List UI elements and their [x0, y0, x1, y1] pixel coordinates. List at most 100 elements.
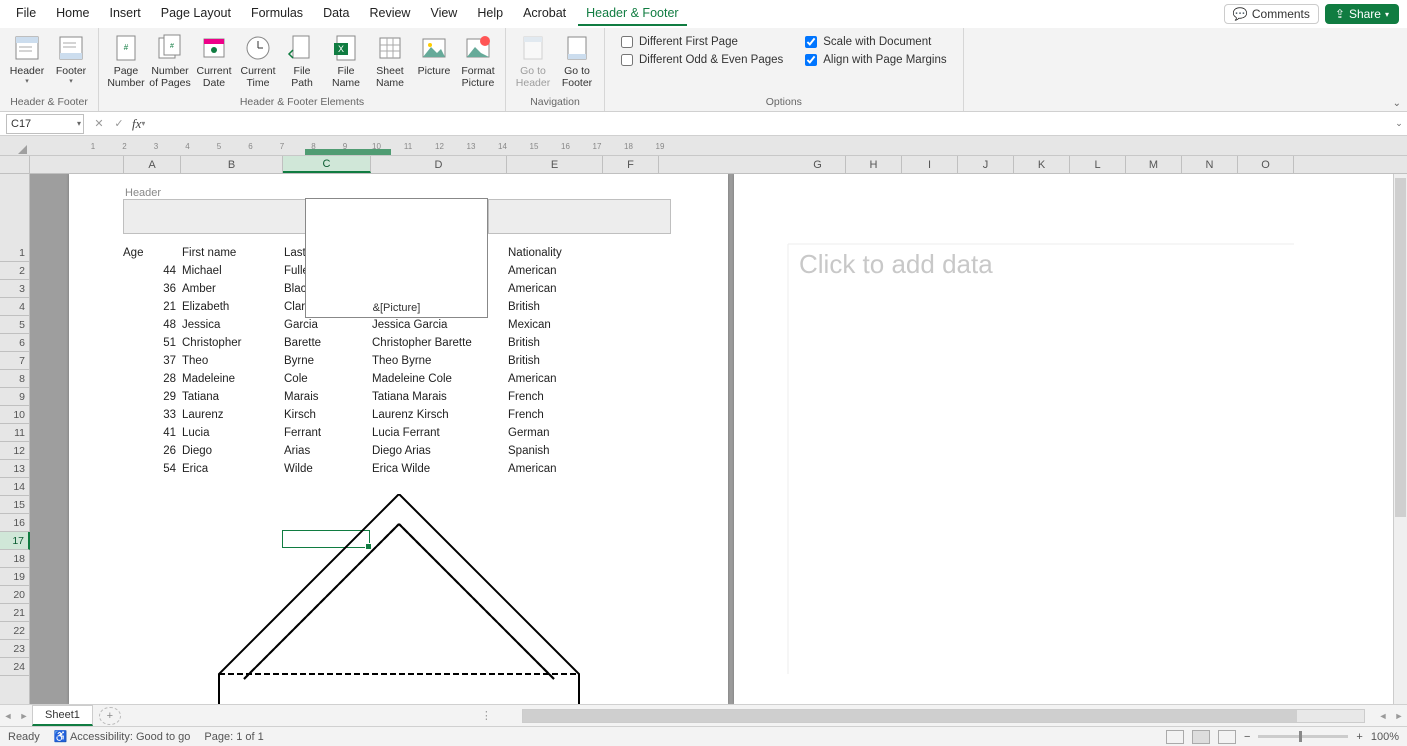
cell[interactable]: Madeleine: [180, 373, 282, 385]
column-header-M[interactable]: M: [1126, 156, 1182, 173]
current-date-button[interactable]: Current Date: [193, 30, 235, 94]
page-number-button[interactable]: #Page Number: [105, 30, 147, 94]
menu-tab-view[interactable]: View: [422, 2, 465, 26]
format-picture-button[interactable]: Format Picture: [457, 30, 499, 94]
cell[interactable]: 21: [123, 301, 180, 313]
menu-tab-review[interactable]: Review: [361, 2, 418, 26]
fx-icon[interactable]: fx: [132, 116, 141, 132]
column-header-G[interactable]: G: [790, 156, 846, 173]
add-sheet-button[interactable]: +: [99, 707, 121, 725]
number-of-pages-button[interactable]: #Number of Pages: [149, 30, 191, 94]
file-name-button[interactable]: XFile Name: [325, 30, 367, 94]
row-header-5[interactable]: 5: [0, 316, 29, 334]
cell[interactable]: Michael: [180, 265, 282, 277]
header-button[interactable]: Header ▾: [6, 30, 48, 94]
cell[interactable]: 41: [123, 427, 180, 439]
row-header-17[interactable]: 17: [0, 532, 30, 550]
align-with-margins-checkbox[interactable]: Align with Page Margins: [805, 54, 946, 66]
cell[interactable]: Amber: [180, 283, 282, 295]
row-header-22[interactable]: 22: [0, 622, 29, 640]
cell[interactable]: American: [506, 373, 602, 385]
cell[interactable]: Jessica Garcia: [370, 319, 506, 331]
table-header-cell[interactable]: Nationality: [506, 247, 602, 259]
page-2[interactable]: Click to add data: [734, 174, 1393, 704]
cell[interactable]: 28: [123, 373, 180, 385]
cell[interactable]: Garcia: [282, 319, 370, 331]
cell[interactable]: Mexican: [506, 319, 602, 331]
header-right-cell[interactable]: [489, 200, 670, 233]
cell[interactable]: Diego: [180, 445, 282, 457]
sheet-tab-sheet1[interactable]: Sheet1: [32, 705, 93, 726]
house-shape[interactable]: [169, 494, 629, 704]
scroll-right-button[interactable]: ►: [1391, 711, 1407, 721]
row-header-24[interactable]: 24: [0, 658, 29, 676]
cell[interactable]: French: [506, 409, 602, 421]
picture-button[interactable]: Picture: [413, 30, 455, 94]
page-layout-view-button[interactable]: [1192, 730, 1210, 744]
cell[interactable]: 54: [123, 463, 180, 475]
header-left-cell[interactable]: [124, 200, 306, 233]
cell[interactable]: Tatiana Marais: [370, 391, 506, 403]
column-header-J[interactable]: J: [958, 156, 1014, 173]
cell[interactable]: American: [506, 283, 602, 295]
cell[interactable]: Tatiana: [180, 391, 282, 403]
goto-footer-button[interactable]: Go to Footer: [556, 30, 598, 94]
cell[interactable]: Jessica: [180, 319, 282, 331]
column-header-H[interactable]: H: [846, 156, 902, 173]
cell[interactable]: 36: [123, 283, 180, 295]
column-header-F[interactable]: F: [603, 156, 659, 173]
menu-tab-header-footer[interactable]: Header & Footer: [578, 2, 686, 26]
column-header-D[interactable]: D: [371, 156, 507, 173]
row-header-15[interactable]: 15: [0, 496, 29, 514]
row-header-13[interactable]: 13: [0, 460, 29, 478]
current-time-button[interactable]: Current Time: [237, 30, 279, 94]
menu-tab-insert[interactable]: Insert: [102, 2, 149, 26]
horizontal-scrollbar[interactable]: [522, 709, 1365, 723]
comments-button[interactable]: 💬 Comments: [1224, 4, 1319, 24]
zoom-in-button[interactable]: +: [1356, 731, 1362, 743]
row-header-16[interactable]: 16: [0, 514, 29, 532]
chevron-down-icon[interactable]: ▾: [77, 119, 81, 128]
cell[interactable]: Christopher: [180, 337, 282, 349]
cell[interactable]: Lucia: [180, 427, 282, 439]
column-header-A[interactable]: A: [124, 156, 181, 173]
sheet-name-button[interactable]: Sheet Name: [369, 30, 411, 94]
zoom-slider[interactable]: [1258, 735, 1348, 738]
cell[interactable]: Wilde: [282, 463, 370, 475]
row-header-21[interactable]: 21: [0, 604, 29, 622]
menu-tab-page-layout[interactable]: Page Layout: [153, 2, 239, 26]
cell[interactable]: 44: [123, 265, 180, 277]
accessibility-status[interactable]: ♿ Accessibility: Good to go: [54, 730, 191, 743]
menu-tab-acrobat[interactable]: Acrobat: [515, 2, 574, 26]
column-header-N[interactable]: N: [1182, 156, 1238, 173]
row-header-6[interactable]: 6: [0, 334, 29, 352]
column-header-E[interactable]: E: [507, 156, 603, 173]
row-header-12[interactable]: 12: [0, 442, 29, 460]
row-header-10[interactable]: 10: [0, 406, 29, 424]
footer-button[interactable]: Footer ▾: [50, 30, 92, 94]
cell[interactable]: Ferrant: [282, 427, 370, 439]
column-header-C[interactable]: C: [283, 156, 371, 173]
cell[interactable]: 48: [123, 319, 180, 331]
row-header-23[interactable]: 23: [0, 640, 29, 658]
cell[interactable]: Theo Byrne: [370, 355, 506, 367]
cell[interactable]: 29: [123, 391, 180, 403]
cell[interactable]: American: [506, 265, 602, 277]
row-header-11[interactable]: 11: [0, 424, 29, 442]
cell[interactable]: German: [506, 427, 602, 439]
column-header-K[interactable]: K: [1014, 156, 1070, 173]
different-first-page-checkbox[interactable]: Different First Page: [621, 36, 783, 48]
row-header-19[interactable]: 19: [0, 568, 29, 586]
formula-expand-button[interactable]: ⌄: [1391, 118, 1407, 129]
ribbon-collapse-button[interactable]: ⌄: [1393, 98, 1401, 109]
cell[interactable]: Lucia Ferrant: [370, 427, 506, 439]
column-header-B[interactable]: B: [181, 156, 283, 173]
cell[interactable]: 37: [123, 355, 180, 367]
row-header-18[interactable]: 18: [0, 550, 29, 568]
row-header-2[interactable]: 2: [0, 262, 29, 280]
zoom-out-button[interactable]: −: [1244, 731, 1250, 743]
column-header-I[interactable]: I: [902, 156, 958, 173]
cell[interactable]: Cole: [282, 373, 370, 385]
cell[interactable]: 26: [123, 445, 180, 457]
menu-tab-file[interactable]: File: [8, 2, 44, 26]
